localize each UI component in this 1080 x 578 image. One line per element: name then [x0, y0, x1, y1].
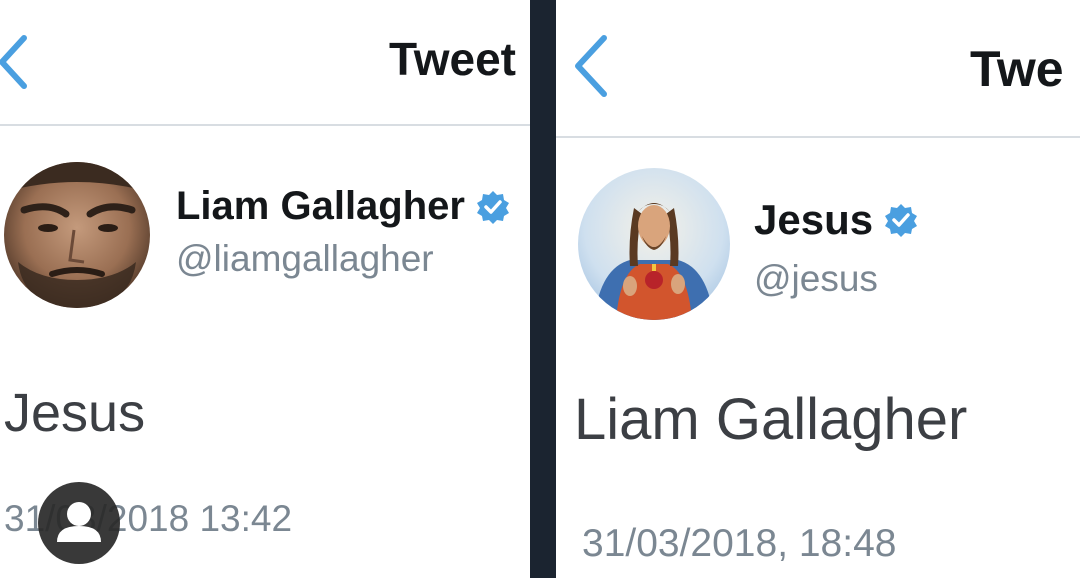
header-title: Tweet	[389, 33, 516, 85]
screenshot-collage: Tweet Liam Gallagher @liamgallagher Jesu…	[0, 0, 1080, 578]
display-name: Liam Gallagher	[176, 184, 465, 228]
chevron-left-icon[interactable]	[0, 32, 34, 92]
tweet-header: Tweet	[0, 0, 530, 126]
user-handle[interactable]: @liamgallagher	[176, 238, 434, 280]
user-name-row[interactable]: Liam Gallagher	[176, 184, 511, 229]
verified-badge-icon	[475, 189, 511, 225]
user-name-row[interactable]: Jesus	[754, 196, 919, 244]
avatar[interactable]	[578, 168, 730, 320]
tweet-timestamp: 31/03/2018, 18:48	[582, 522, 897, 565]
tweet-header: Twe	[556, 0, 1080, 138]
header-title: Twe	[970, 41, 1064, 97]
avatar[interactable]	[4, 162, 150, 308]
verified-badge-icon	[883, 202, 919, 238]
panel-divider	[530, 0, 556, 578]
user-profile-button[interactable]	[38, 482, 120, 564]
tweet-text: Liam Gallagher	[574, 387, 968, 452]
user-profile-icon	[57, 502, 101, 542]
tweet-text: Jesus	[4, 383, 146, 443]
display-name: Jesus	[754, 196, 874, 243]
user-handle[interactable]: @jesus	[754, 258, 878, 300]
chevron-left-icon[interactable]	[570, 32, 614, 102]
right-tweet-panel: Twe Jesus @jesus Liam Gallagher 31/03/20…	[556, 0, 1080, 578]
